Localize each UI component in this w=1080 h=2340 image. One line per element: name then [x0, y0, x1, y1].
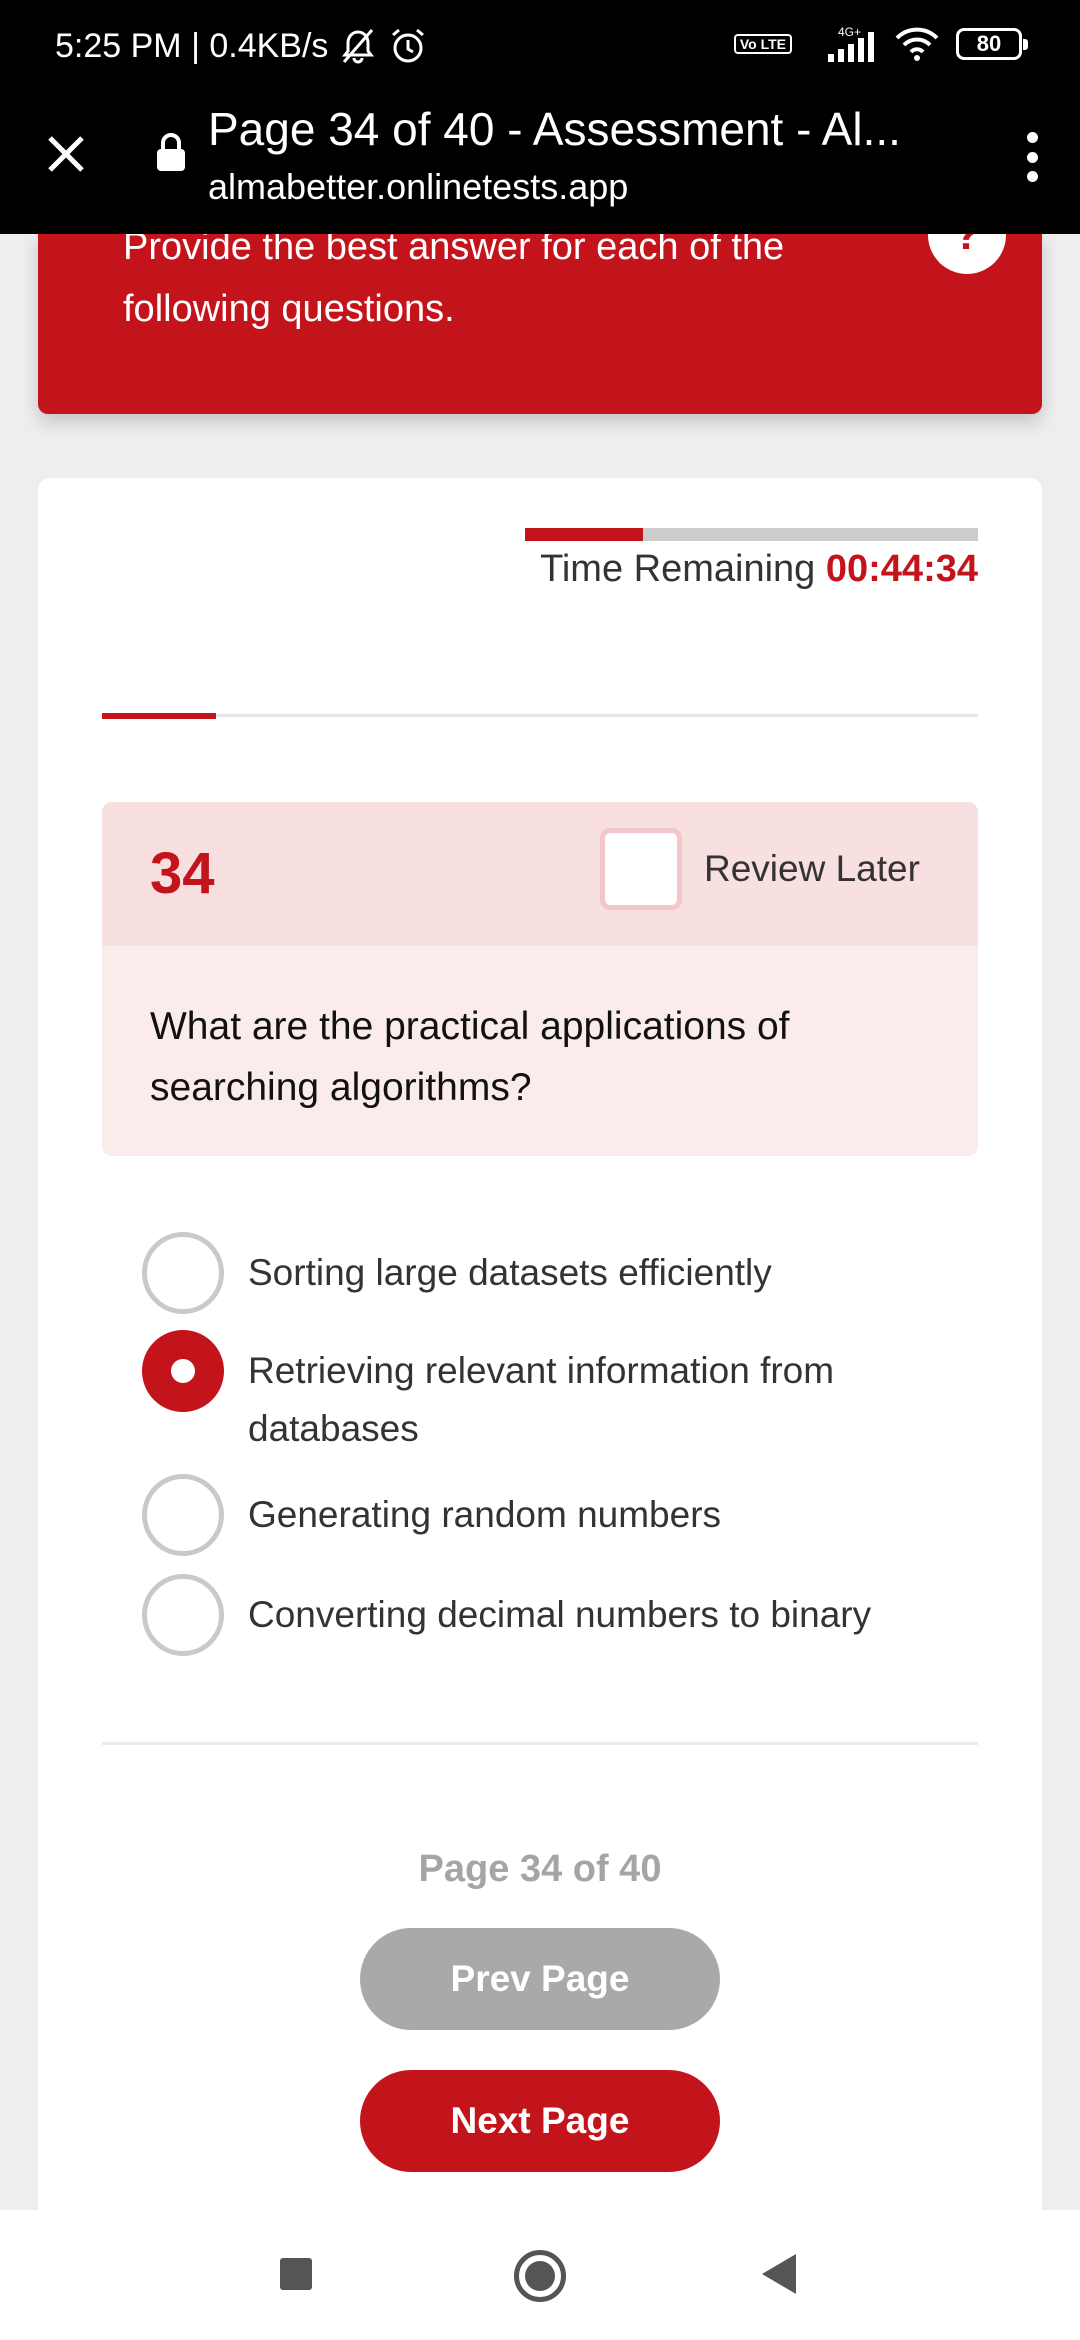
close-icon	[48, 136, 84, 172]
instructions-text: Provide the best answer for each of the …	[123, 234, 785, 330]
system-nav-bar	[0, 2210, 1080, 2340]
recent-apps-icon[interactable]	[280, 2258, 312, 2290]
question-number: 34	[150, 841, 215, 906]
status-left: 5:25 PM | 0.4KB/s	[55, 26, 428, 66]
time-remaining: Time Remaining 00:44:34	[540, 548, 978, 591]
option-label[interactable]: Retrieving relevant information from dat…	[248, 1330, 918, 1458]
page-url[interactable]: almabetter.onlinetests.app	[208, 166, 628, 208]
option-radio[interactable]	[142, 1330, 224, 1412]
timer-progress-bar	[525, 528, 978, 541]
battery-icon: 80	[956, 28, 1028, 60]
browser-menu-button[interactable]	[1004, 124, 1060, 190]
option-radio[interactable]	[142, 1474, 224, 1556]
close-tab-button[interactable]	[40, 128, 92, 180]
option-label[interactable]: Sorting large datasets efficiently	[248, 1232, 918, 1302]
alarm-icon	[392, 28, 425, 63]
status-time-speed: 5:25 PM | 0.4KB/s	[55, 26, 329, 65]
divider	[102, 1742, 978, 1745]
more-vert-icon	[1026, 132, 1038, 143]
answer-option[interactable]: Retrieving relevant information from dat…	[142, 1330, 918, 1458]
question-card: Time Remaining 00:44:34 34 Review Later …	[38, 478, 1042, 2218]
wifi-icon	[895, 27, 939, 61]
page-indicator: Page 34 of 40	[418, 1848, 662, 1890]
page-title: Page 34 of 40 - Assessment - Al...	[208, 103, 901, 155]
status-bar: 5:25 PM | 0.4KB/s Vo LTE 4G+ 80	[0, 0, 1080, 96]
back-icon[interactable]	[762, 2254, 796, 2294]
test-progress-bar	[102, 713, 978, 719]
question-box: 34 Review Later What are the practical a…	[102, 802, 978, 1156]
review-later-toggle[interactable]: Review Later	[600, 828, 920, 910]
option-label[interactable]: Converting decimal numbers to binary	[248, 1574, 918, 1644]
question-text: What are the practical applications of s…	[150, 1005, 790, 1109]
option-radio[interactable]	[142, 1232, 224, 1314]
status-right: Vo LTE 4G+ 80	[733, 24, 1028, 64]
network-type-label: 4G+	[838, 25, 861, 39]
test-progress-fill	[102, 713, 216, 719]
time-remaining-label: Time Remaining	[540, 548, 816, 590]
home-icon[interactable]	[514, 2250, 566, 2302]
answer-option[interactable]: Converting decimal numbers to binary	[142, 1574, 918, 1656]
mute-icon	[342, 29, 375, 64]
time-remaining-value: 00:44:34	[825, 548, 978, 590]
lock-icon	[157, 133, 185, 171]
timer-progress-fill	[525, 528, 643, 541]
next-page-button[interactable]: Next Page	[360, 2070, 720, 2172]
option-radio[interactable]	[142, 1574, 224, 1656]
option-label[interactable]: Generating random numbers	[248, 1474, 918, 1544]
answer-option[interactable]: Generating random numbers	[142, 1474, 918, 1556]
help-button[interactable]: ?	[928, 234, 1006, 274]
prev-page-button[interactable]: Prev Page	[360, 1928, 720, 2030]
review-later-label[interactable]: Review Later	[704, 848, 920, 890]
instructions-banner: Provide the best answer for each of the …	[38, 234, 1042, 414]
review-later-checkbox[interactable]	[600, 828, 682, 910]
volte-icon: Vo LTE	[733, 34, 792, 54]
browser-toolbar: Page 34 of 40 - Assessment - Al... almab…	[0, 96, 1080, 234]
answer-option[interactable]: Sorting large datasets efficiently	[142, 1232, 918, 1314]
question-header: 34 Review Later	[102, 802, 978, 946]
signal-icon: 4G+	[828, 25, 874, 62]
